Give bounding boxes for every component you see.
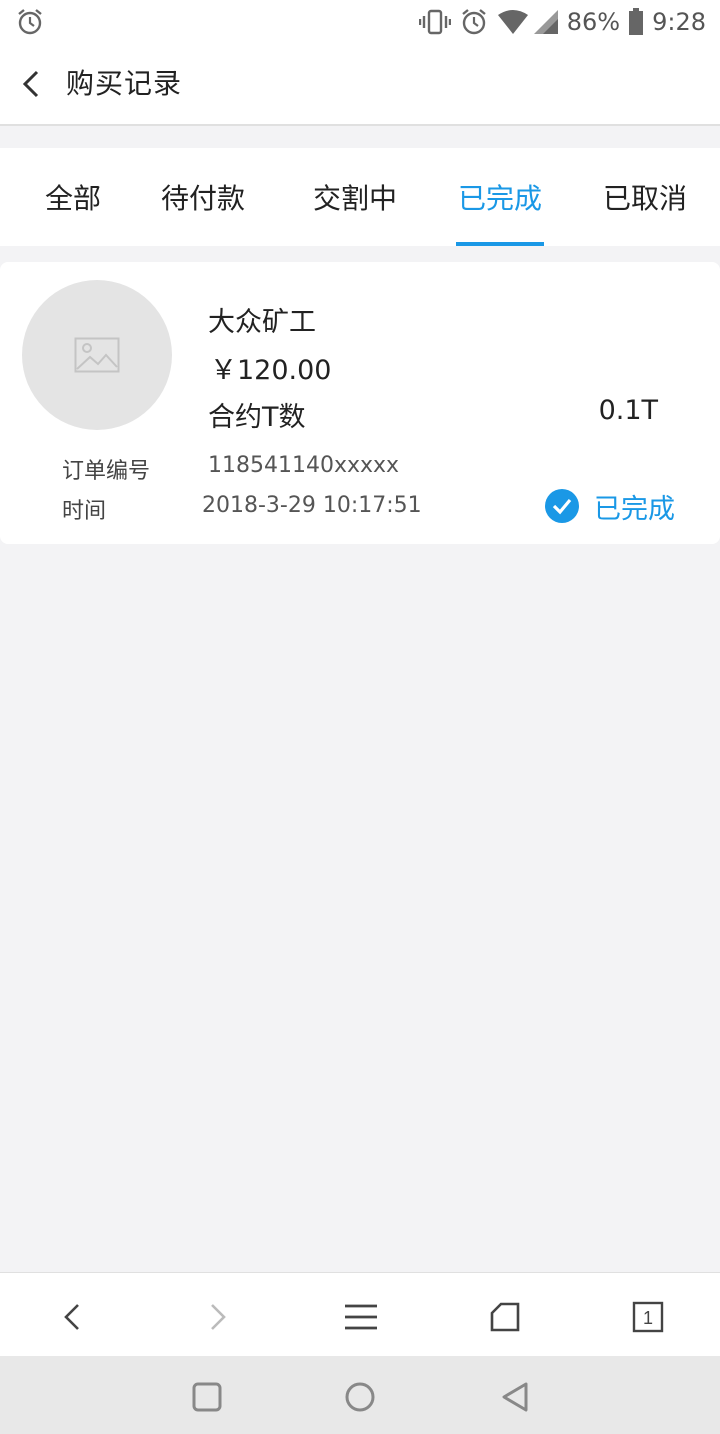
tab-cancelled[interactable]: 已取消 bbox=[592, 148, 698, 246]
home-icon[interactable] bbox=[487, 1299, 523, 1335]
home-circle-icon[interactable] bbox=[343, 1380, 377, 1414]
clock: 9:28 bbox=[652, 8, 706, 36]
browser-toolbar: 1 bbox=[0, 1272, 720, 1357]
battery-percent: 86% bbox=[566, 8, 621, 36]
product-name: 大众矿工 bbox=[208, 307, 316, 338]
back-triangle-icon[interactable] bbox=[498, 1380, 532, 1414]
tabs-icon[interactable]: 1 bbox=[630, 1299, 666, 1335]
image-placeholder-icon bbox=[74, 337, 120, 373]
time-value: 2018-3-29 10:17:51 bbox=[202, 493, 422, 518]
order-status-tabs: 全部 待付款 交割中 已完成 已取消 bbox=[0, 148, 720, 246]
menu-icon[interactable] bbox=[343, 1299, 379, 1335]
order-status-text: 已完成 bbox=[594, 493, 675, 525]
vibrate-icon bbox=[418, 9, 451, 35]
tab-all[interactable]: 全部 bbox=[30, 148, 116, 246]
product-price: ￥120.00 bbox=[210, 355, 332, 386]
back-icon[interactable] bbox=[54, 1299, 90, 1335]
signal-icon bbox=[533, 10, 558, 34]
tab-count: 1 bbox=[643, 1308, 653, 1328]
chevron-left-icon[interactable] bbox=[14, 66, 50, 102]
order-status: 已完成 bbox=[544, 488, 675, 525]
order-number-label: 订单编号 bbox=[62, 459, 151, 484]
tab-delivering[interactable]: 交割中 bbox=[302, 148, 408, 246]
tab-pending-payment[interactable]: 待付款 bbox=[150, 148, 256, 246]
contract-value: 0.1T bbox=[598, 395, 658, 426]
alarm-icon bbox=[18, 9, 42, 35]
system-nav-bar bbox=[0, 1356, 720, 1434]
contract-label: 合约T数 bbox=[208, 402, 306, 433]
alarm-icon bbox=[462, 9, 486, 35]
wifi-icon bbox=[497, 10, 528, 34]
app-bar: 购买记录 bbox=[0, 44, 720, 126]
status-bar: 86% 9:28 bbox=[0, 0, 720, 44]
tab-completed[interactable]: 已完成 bbox=[447, 148, 553, 246]
time-label: 时间 bbox=[62, 499, 107, 524]
product-thumbnail bbox=[22, 280, 172, 430]
check-circle-icon bbox=[545, 489, 579, 523]
active-tab-indicator bbox=[456, 242, 544, 246]
order-number-value: 118541140xxxxx bbox=[208, 453, 400, 478]
battery-icon bbox=[629, 8, 644, 35]
recent-apps-icon[interactable] bbox=[190, 1380, 224, 1414]
forward-icon[interactable] bbox=[200, 1299, 236, 1335]
page-title: 购买记录 bbox=[66, 67, 183, 100]
